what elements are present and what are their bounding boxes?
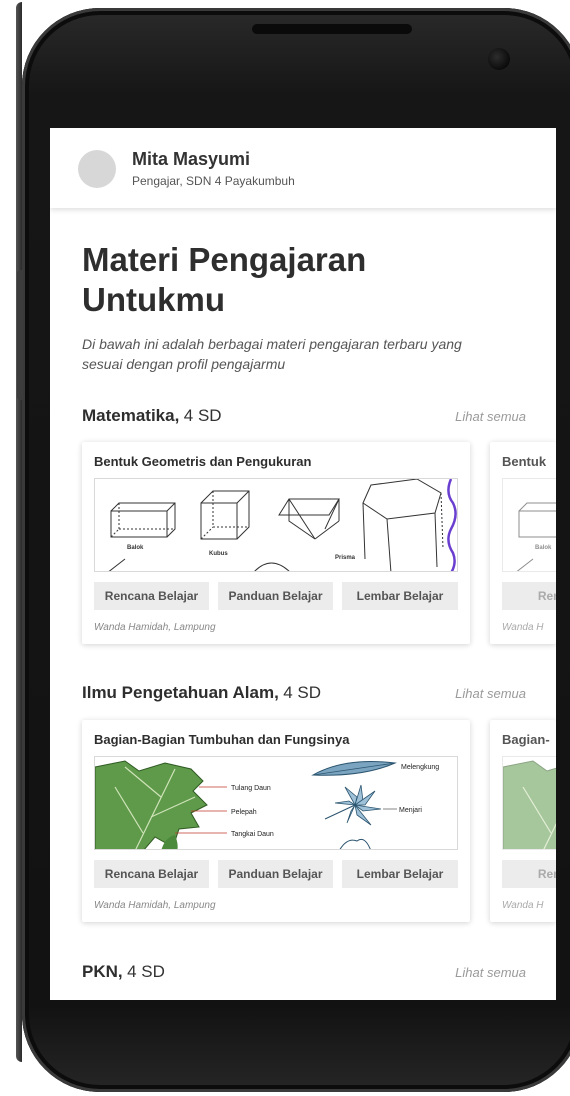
plant-illustration (502, 756, 556, 850)
see-all-link[interactable]: Lihat semua (455, 686, 526, 701)
profile-header[interactable]: Mita Masyumi Pengajar, SDN 4 Payakumbuh (50, 128, 556, 208)
card-author: Wanda H (502, 622, 544, 633)
phone-side-button (17, 270, 23, 400)
geometry-illustration: Balok Kubus Prisma (94, 478, 458, 572)
card-title: Bentuk (502, 454, 547, 469)
phone-speaker (252, 24, 412, 34)
section-title: Ilmu Pengetahuan Alam, (82, 683, 279, 702)
plant-label: Tangkai Daun (231, 831, 274, 838)
section-title: Matematika, (82, 406, 180, 425)
shape-label: Balok (127, 545, 144, 551)
page-subtitle: Di bawah ini adalah berbagai materi peng… (82, 336, 462, 372)
user-name: Mita Masyumi (132, 149, 251, 169)
lesson-plan-button[interactable]: Rencan (502, 582, 556, 610)
card-title: Bagian-Bagian Tumbuhan dan Fungsinya (94, 732, 350, 747)
plant-label: Pelepah (231, 809, 257, 816)
plant-label: Tulang Daun (231, 785, 271, 792)
worksheet-button[interactable]: Lembar Belajar (342, 860, 458, 888)
plant-label: Melengkung (401, 764, 439, 771)
shape-label: Prisma (335, 555, 356, 561)
app-screen: Mita Masyumi Pengajar, SDN 4 Payakumbuh … (50, 128, 556, 1000)
lesson-plan-button[interactable]: Rencana Belajar (94, 582, 209, 610)
section-header-matematika: Matematika, 4 SD Lihat semua (82, 406, 556, 430)
teaching-guide-button[interactable]: Panduan Belajar (218, 860, 333, 888)
card-author: Wanda Hamidah, Lampung (94, 900, 216, 911)
page-title: Materi Pengajaran Untukmu (82, 241, 367, 318)
plant-illustration: Tulang Daun Pelepah Tangkai Daun Melengk… (94, 756, 458, 850)
worksheet-button[interactable]: Lembar Belajar (342, 582, 458, 610)
see-all-link[interactable]: Lihat semua (455, 409, 526, 424)
card-author: Wanda Hamidah, Lampung (94, 622, 216, 633)
phone-camera (488, 48, 510, 70)
user-role: Pengajar, SDN 4 Payakumbuh (132, 174, 295, 188)
card-title: Bentuk Geometris dan Pengukuran (94, 454, 312, 469)
material-card[interactable]: Bagian-Bagian Tumbuhan dan Fungsinya Tul… (82, 720, 470, 922)
plant-label: Menjari (399, 807, 422, 814)
teaching-guide-button[interactable]: Panduan Belajar (218, 582, 333, 610)
phone-edge (16, 2, 22, 1062)
card-title: Bagian- (502, 732, 550, 747)
material-card-peek[interactable]: Bagian- Rencan Wanda H (490, 720, 556, 922)
lesson-plan-button[interactable]: Rencan (502, 860, 556, 888)
geometry-illustration: Balok (502, 478, 556, 572)
section-title: PKN, (82, 962, 123, 981)
section-header-ipa: Ilmu Pengetahuan Alam, 4 SD Lihat semua (82, 683, 556, 707)
shape-label: Kubus (209, 551, 228, 557)
section-grade: 4 SD (283, 683, 322, 702)
material-card-peek[interactable]: Bentuk Balok Rencan Wanda H (490, 442, 556, 644)
see-all-link[interactable]: Lihat semua (455, 965, 526, 980)
lesson-plan-button[interactable]: Rencana Belajar (94, 860, 209, 888)
card-author: Wanda H (502, 900, 544, 911)
section-grade: 4 SD (183, 406, 222, 425)
material-card[interactable]: Bentuk Geometris dan Pengukuran Balok Ku… (82, 442, 470, 644)
section-header-pkn: PKN, 4 SD Lihat semua (82, 962, 556, 986)
section-grade: 4 SD (127, 962, 165, 981)
shape-label: Balok (535, 545, 552, 551)
avatar[interactable] (78, 150, 116, 188)
